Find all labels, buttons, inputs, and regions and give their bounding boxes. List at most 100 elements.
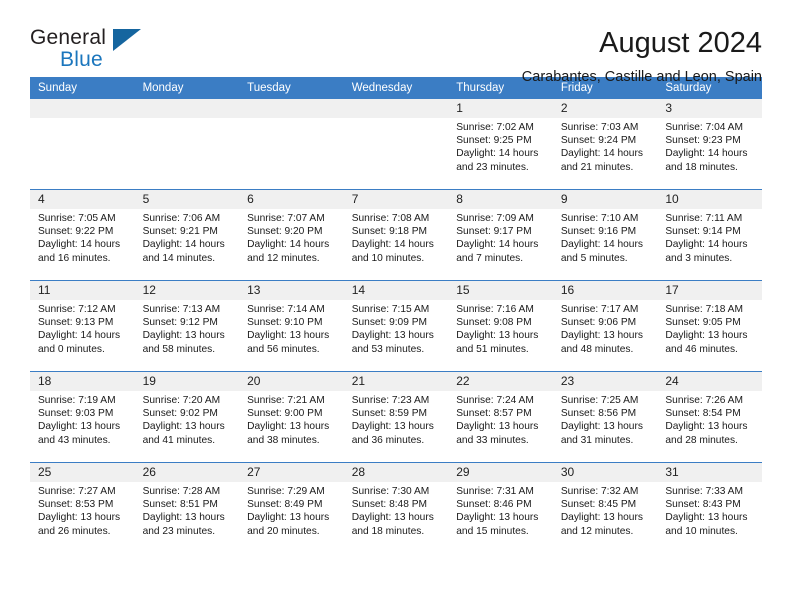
- daylight-text: Daylight: 14 hours and 10 minutes.: [351, 239, 434, 264]
- sunrise-text: Sunrise: 7:14 AM: [247, 304, 325, 315]
- day-details: Sunrise: 7:18 AM Sunset: 9:05 PM Daylight:…: [657, 300, 762, 356]
- daylight-text: Daylight: 13 hours and 26 minutes.: [38, 512, 121, 537]
- day-cell-inner: 12 Sunrise: 7:13 AM Sunset: 9:12 PM Dayligh…: [134, 281, 240, 371]
- calendar-body: 1 Sunrise: 7:02 AM Sunset: 9:25 PM Daylight…: [30, 99, 762, 553]
- day-number: 27: [239, 463, 344, 482]
- day-cell-inner: 10 Sunrise: 7:11 AM Sunset: 9:14 PM Dayligh…: [657, 190, 762, 280]
- sunrise-text: Sunrise: 7:28 AM: [142, 486, 221, 497]
- day-number: [30, 99, 135, 118]
- sunset-text: Sunset: 8:45 PM: [560, 499, 637, 511]
- sunset-text: Sunset: 8:53 PM: [38, 499, 114, 511]
- calendar-day-cell[interactable]: 28 Sunrise: 7:30 AM Sunset: 8:48 PM Dayligh…: [343, 462, 449, 553]
- calendar-day-cell[interactable]: 30 Sunrise: 7:32 AM Sunset: 8:45 PM Dayligh…: [552, 462, 658, 553]
- day-details: Sunrise: 7:03 AM Sunset: 9:24 PM Daylight:…: [553, 118, 658, 174]
- sunrise-text: Sunrise: 7:33 AM: [665, 486, 743, 497]
- day-cell-inner: 3 Sunrise: 7:04 AM Sunset: 9:23 PM Daylight…: [657, 99, 762, 189]
- calendar-day-cell[interactable]: 20 Sunrise: 7:21 AM Sunset: 9:00 PM Dayligh…: [239, 371, 344, 463]
- day-details: Sunrise: 7:13 AM Sunset: 9:12 PM Daylight:…: [135, 300, 240, 356]
- sunrise-text: Sunrise: 7:32 AM: [560, 486, 639, 497]
- calendar-day-cell[interactable]: 3 Sunrise: 7:04 AM Sunset: 9:23 PM Daylight…: [657, 99, 762, 190]
- day-cell-inner: 15 Sunrise: 7:16 AM Sunset: 9:08 PM Dayligh…: [448, 281, 553, 371]
- page-title: August 2024: [599, 27, 762, 59]
- calendar-day-cell[interactable]: 8 Sunrise: 7:09 AM Sunset: 9:17 PM Daylight…: [448, 189, 553, 281]
- day-number: 30: [552, 463, 658, 482]
- sunrise-text: Sunrise: 7:03 AM: [560, 122, 639, 133]
- calendar-day-cell[interactable]: 4 Sunrise: 7:05 AM Sunset: 9:22 PM Daylight…: [30, 189, 135, 281]
- day-details: Sunrise: 7:06 AM Sunset: 9:21 PM Daylight:…: [135, 209, 240, 265]
- calendar-day-cell[interactable]: 10 Sunrise: 7:11 AM Sunset: 9:14 PM Dayligh…: [657, 189, 762, 281]
- day-cell-inner: 21 Sunrise: 7:23 AM Sunset: 8:59 PM Dayligh…: [343, 372, 449, 462]
- day-cell-inner: 25 Sunrise: 7:27 AM Sunset: 8:53 PM Dayligh…: [30, 463, 135, 553]
- calendar-day-cell[interactable]: 2 Sunrise: 7:03 AM Sunset: 9:24 PM Daylight…: [552, 99, 658, 190]
- day-details: Sunrise: 7:24 AM Sunset: 8:57 PM Daylight:…: [448, 391, 553, 447]
- daylight-text: Daylight: 14 hours and 3 minutes.: [665, 239, 748, 264]
- day-number: [134, 99, 240, 118]
- day-details: Sunrise: 7:09 AM Sunset: 9:17 PM Daylight:…: [448, 209, 553, 265]
- calendar-day-cell[interactable]: 25 Sunrise: 7:27 AM Sunset: 8:53 PM Dayligh…: [30, 462, 135, 553]
- calendar-day-cell[interactable]: 9 Sunrise: 7:10 AM Sunset: 9:16 PM Daylight…: [552, 189, 658, 281]
- weekday-header-wednesday: Wednesday: [343, 77, 449, 99]
- sunrise-text: Sunrise: 7:21 AM: [247, 395, 325, 406]
- calendar-day-cell[interactable]: 19 Sunrise: 7:20 AM Sunset: 9:02 PM Dayligh…: [134, 371, 240, 463]
- sunset-text: Sunset: 9:12 PM: [142, 317, 218, 329]
- day-number: 5: [134, 190, 240, 209]
- calendar-day-cell[interactable]: 6 Sunrise: 7:07 AM Sunset: 9:20 PM Daylight…: [239, 189, 344, 281]
- daylight-text: Daylight: 14 hours and 23 minutes.: [456, 148, 539, 173]
- calendar-day-cell[interactable]: 14 Sunrise: 7:15 AM Sunset: 9:09 PM Dayligh…: [343, 280, 449, 372]
- day-cell-inner: 31 Sunrise: 7:33 AM Sunset: 8:43 PM Dayligh…: [657, 463, 762, 553]
- day-cell-inner: 26 Sunrise: 7:28 AM Sunset: 8:51 PM Dayligh…: [134, 463, 240, 553]
- calendar-day-cell[interactable]: 26 Sunrise: 7:28 AM Sunset: 8:51 PM Dayligh…: [134, 462, 240, 553]
- calendar-day-cell[interactable]: 21 Sunrise: 7:23 AM Sunset: 8:59 PM Dayligh…: [343, 371, 449, 463]
- day-number: 31: [657, 463, 762, 482]
- calendar-day-cell[interactable]: 31 Sunrise: 7:33 AM Sunset: 8:43 PM Dayligh…: [657, 462, 762, 553]
- sunrise-text: Sunrise: 7:20 AM: [142, 395, 221, 406]
- calendar-day-cell[interactable]: 29 Sunrise: 7:31 AM Sunset: 8:46 PM Dayligh…: [448, 462, 553, 553]
- calendar-day-cell[interactable]: 15 Sunrise: 7:16 AM Sunset: 9:08 PM Dayligh…: [448, 280, 553, 372]
- calendar-day-cell[interactable]: 16 Sunrise: 7:17 AM Sunset: 9:06 PM Dayligh…: [552, 280, 658, 372]
- day-number: 15: [448, 281, 553, 300]
- sunset-text: Sunset: 9:25 PM: [456, 135, 532, 147]
- sunset-text: Sunset: 8:59 PM: [351, 408, 428, 420]
- day-details: Sunrise: 7:12 AM Sunset: 9:13 PM Daylight:…: [30, 300, 135, 356]
- calendar-day-cell[interactable]: 7 Sunrise: 7:08 AM Sunset: 9:18 PM Daylight…: [343, 189, 449, 281]
- calendar-day-cell[interactable]: 1 Sunrise: 7:02 AM Sunset: 9:25 PM Daylight…: [448, 99, 553, 190]
- sunrise-text: Sunrise: 7:27 AM: [38, 486, 116, 497]
- calendar-day-cell[interactable]: 18 Sunrise: 7:19 AM Sunset: 9:03 PM Dayligh…: [30, 371, 135, 463]
- day-number: 19: [134, 372, 240, 391]
- day-number: 2: [552, 99, 658, 118]
- daylight-text: Daylight: 13 hours and 56 minutes.: [247, 330, 330, 355]
- calendar-day-cell[interactable]: 13 Sunrise: 7:14 AM Sunset: 9:10 PM Dayligh…: [239, 280, 344, 372]
- calendar-day-cell[interactable]: 22 Sunrise: 7:24 AM Sunset: 8:57 PM Dayligh…: [448, 371, 553, 463]
- calendar-day-cell[interactable]: 24 Sunrise: 7:26 AM Sunset: 8:54 PM Dayligh…: [657, 371, 762, 463]
- calendar-day-cell[interactable]: 17 Sunrise: 7:18 AM Sunset: 9:05 PM Dayligh…: [657, 280, 762, 372]
- calendar-day-cell[interactable]: 11 Sunrise: 7:12 AM Sunset: 9:13 PM Dayligh…: [30, 280, 135, 372]
- title-block: August 2024 Carabantes, Castille and Leo…: [522, 26, 762, 87]
- calendar-day-cell: [134, 99, 240, 190]
- sunset-text: Sunset: 9:09 PM: [351, 317, 428, 329]
- calendar-day-cell[interactable]: 27 Sunrise: 7:29 AM Sunset: 8:49 PM Dayligh…: [239, 462, 344, 553]
- sunset-text: Sunset: 9:00 PM: [247, 408, 323, 420]
- sunset-text: Sunset: 8:51 PM: [142, 499, 218, 511]
- calendar-week-row: 1 Sunrise: 7:02 AM Sunset: 9:25 PM Daylight…: [30, 99, 762, 190]
- sunrise-text: Sunrise: 7:06 AM: [142, 213, 221, 224]
- calendar-day-cell[interactable]: 23 Sunrise: 7:25 AM Sunset: 8:56 PM Dayligh…: [552, 371, 658, 463]
- daylight-text: Daylight: 13 hours and 53 minutes.: [351, 330, 434, 355]
- general-blue-logo[interactable]: General Blue: [30, 26, 150, 78]
- sunrise-text: Sunrise: 7:26 AM: [665, 395, 743, 406]
- day-details: Sunrise: 7:17 AM Sunset: 9:06 PM Daylight:…: [553, 300, 658, 356]
- weekday-header-monday: Monday: [134, 77, 240, 99]
- day-cell-inner: 13 Sunrise: 7:14 AM Sunset: 9:10 PM Dayligh…: [239, 281, 344, 371]
- day-cell-inner: 5 Sunrise: 7:06 AM Sunset: 9:21 PM Daylight…: [134, 190, 240, 280]
- day-number: [239, 99, 344, 118]
- day-details: Sunrise: 7:15 AM Sunset: 9:09 PM Daylight:…: [344, 300, 449, 356]
- day-number: 21: [343, 372, 449, 391]
- day-cell-inner: 11 Sunrise: 7:12 AM Sunset: 9:13 PM Dayligh…: [30, 281, 135, 371]
- sunset-text: Sunset: 8:43 PM: [665, 499, 741, 511]
- sunrise-text: Sunrise: 7:07 AM: [247, 213, 325, 224]
- day-details: Sunrise: 7:25 AM Sunset: 8:56 PM Daylight:…: [553, 391, 658, 447]
- calendar-day-cell[interactable]: 12 Sunrise: 7:13 AM Sunset: 9:12 PM Dayligh…: [134, 280, 240, 372]
- calendar-day-cell[interactable]: 5 Sunrise: 7:06 AM Sunset: 9:21 PM Daylight…: [134, 189, 240, 281]
- day-details: Sunrise: 7:04 AM Sunset: 9:23 PM Daylight:…: [657, 118, 762, 174]
- location-subtitle: Carabantes, Castille and Leon, Spain: [521, 69, 762, 85]
- day-cell-inner: 23 Sunrise: 7:25 AM Sunset: 8:56 PM Dayligh…: [552, 372, 658, 462]
